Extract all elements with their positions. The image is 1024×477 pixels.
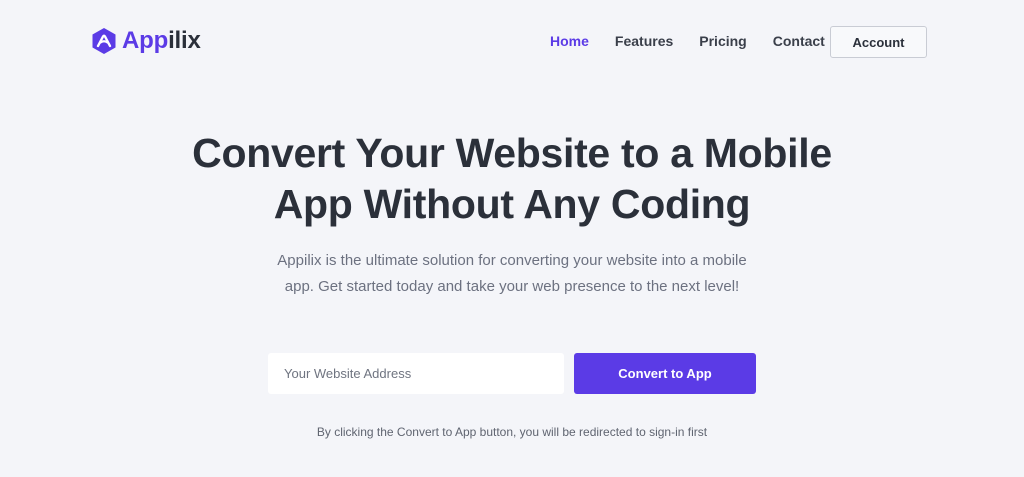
hero-subtitle: Appilix is the ultimate solution for con… bbox=[277, 252, 747, 295]
brand-logo[interactable]: Appilix bbox=[91, 27, 201, 55]
landing-page: Appilix Home Features Pricing Contact Ac… bbox=[0, 0, 1024, 477]
hero-title-line1: Convert Your Website to a Mobile bbox=[192, 130, 832, 176]
nav-pricing-link[interactable]: Pricing bbox=[699, 33, 746, 49]
convert-form: Convert to App bbox=[268, 353, 756, 394]
nav-home-link[interactable]: Home bbox=[550, 33, 589, 49]
hero-title-line2: App Without Any Coding bbox=[273, 181, 751, 227]
account-button[interactable]: Account bbox=[830, 26, 927, 58]
website-address-input[interactable] bbox=[268, 353, 564, 394]
brand-name-part1: App bbox=[122, 27, 169, 54]
nav-features-link[interactable]: Features bbox=[615, 33, 673, 49]
nav-contact-link[interactable]: Contact bbox=[773, 33, 825, 49]
brand-name-part2: ilix bbox=[168, 27, 201, 54]
convert-to-app-button[interactable]: Convert to App bbox=[574, 353, 756, 394]
hexagon-logo-icon bbox=[92, 28, 116, 54]
main-nav: Home Features Pricing Contact bbox=[550, 33, 825, 49]
redirect-disclaimer: By clicking the Convert to App button, y… bbox=[316, 425, 708, 439]
hero-title: Convert Your Website to a Mobile App Wit… bbox=[0, 128, 1024, 230]
brand-name: Appilix bbox=[122, 27, 201, 55]
site-header: Appilix Home Features Pricing Contact Ac… bbox=[0, 0, 1024, 84]
